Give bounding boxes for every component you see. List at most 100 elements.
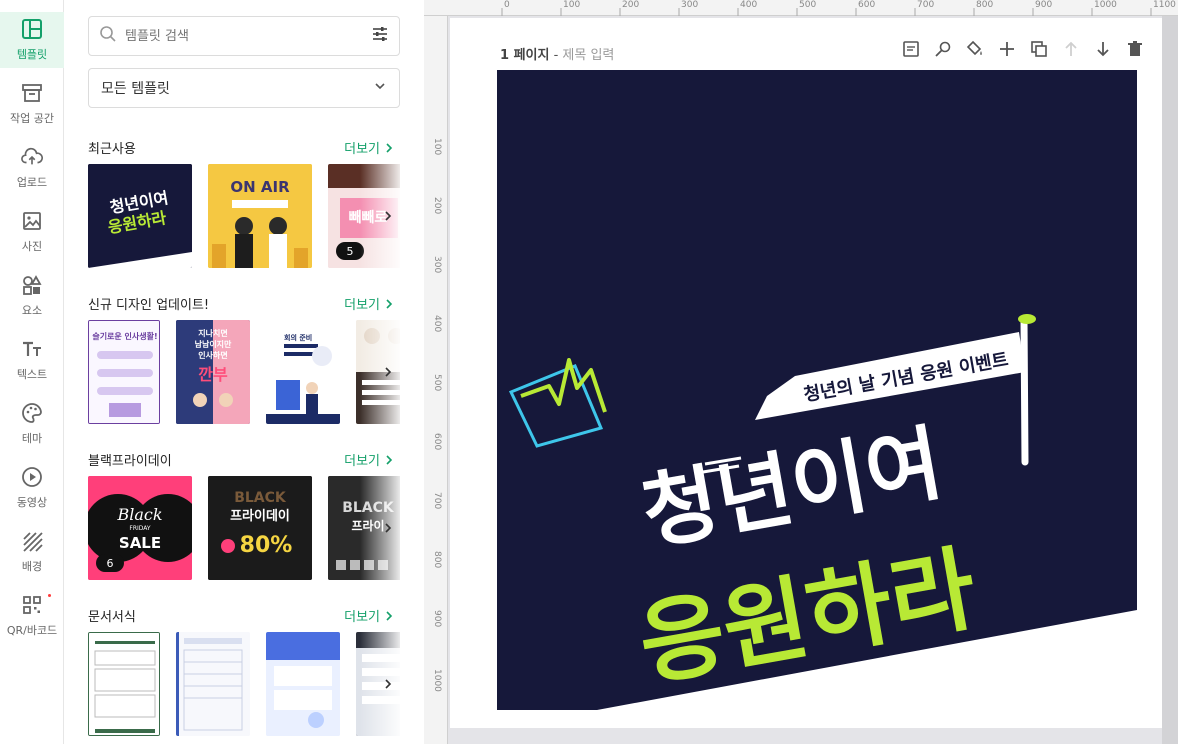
ruler-tick-label: 300	[681, 0, 699, 10]
page-count-badge: 6	[96, 554, 124, 572]
ruler-tick-label: 600	[432, 433, 442, 451]
fill-icon[interactable]	[964, 38, 986, 60]
rail-item-workspace[interactable]: 작업 공간	[0, 76, 64, 132]
section-header-new: 신규 디자인 업데이트! 더보기	[88, 294, 394, 313]
cloud-upload-icon	[21, 146, 43, 168]
workspace-scrollbar[interactable]	[1162, 16, 1178, 744]
chevron-right-icon	[385, 367, 392, 377]
row-next-button[interactable]	[378, 518, 398, 538]
move-up-icon[interactable]	[1060, 38, 1082, 60]
search-input[interactable]	[125, 28, 371, 44]
chevron-down-icon	[373, 79, 387, 97]
rail-item-label: 동영상	[16, 496, 48, 509]
search-box[interactable]	[88, 16, 400, 56]
magic-icon[interactable]	[932, 38, 954, 60]
more-label: 더보기	[344, 610, 380, 625]
design-canvas[interactable]: 청년의 날 기념 응원 이벤트 청년이여 응원하라	[497, 70, 1137, 710]
ruler-tick-label: 0	[504, 0, 510, 10]
chevron-right-icon	[385, 523, 392, 533]
section-header-recent: 최근사용 더보기	[88, 138, 394, 157]
palette-icon	[21, 402, 43, 424]
ruler-tick-label: 500	[799, 0, 817, 10]
thumb-text: 회의 준비	[284, 333, 312, 342]
template-thumb[interactable]: BLACK 프라이데이 80%	[208, 476, 312, 580]
duplicate-icon[interactable]	[1028, 38, 1050, 60]
rail-item-background[interactable]: 배경	[0, 524, 64, 580]
section-title: 신규 디자인 업데이트!	[88, 298, 210, 313]
rail-item-theme[interactable]: 테마	[0, 396, 64, 452]
row-next-button[interactable]	[378, 362, 398, 382]
thumb-row-recent: 청년이여응원하라 ON AIR 빼빼로 5	[88, 164, 400, 268]
template-thumb[interactable]	[88, 632, 160, 736]
rail-item-label: 배경	[21, 560, 43, 573]
more-link-new[interactable]: 더보기	[344, 294, 394, 313]
rail-item-text[interactable]: 텍스트	[0, 332, 64, 388]
search-icon	[99, 25, 117, 47]
ruler-tick-label: 100	[563, 0, 581, 10]
rail-item-elements[interactable]: 요소	[0, 268, 64, 324]
page-title-input[interactable]: 제목 입력	[562, 48, 614, 63]
more-label: 더보기	[344, 142, 380, 157]
rail-item-video[interactable]: 동영상	[0, 460, 64, 516]
ruler-tick-label: 700	[432, 492, 442, 510]
ruler-tick-label: 800	[976, 0, 994, 10]
thumb-text: Black	[116, 505, 162, 524]
thumb-text: 남남이지만	[195, 339, 232, 349]
template-thumb[interactable]: 회의 준비	[266, 320, 340, 424]
ruler-tick-label: 900	[1035, 0, 1053, 10]
qr-icon	[21, 594, 43, 616]
template-thumb[interactable]: 슬기로운 인사생활!	[88, 320, 160, 424]
tool-rail: 템플릿 작업 공간 업로드 사진 요소 텍스트 테마 동영상 배경 QR/바코드	[0, 0, 64, 744]
ruler-tick-label: 800	[432, 551, 442, 569]
template-thumb[interactable]: ON AIR	[208, 164, 312, 268]
rail-item-label: QR/바코드	[6, 624, 58, 637]
page-header: 1 페이지 - 제목 입력	[500, 48, 615, 63]
rail-item-label: 사진	[21, 240, 43, 253]
template-thumb[interactable]: Black FRIDAY SALE 6	[88, 476, 192, 580]
thumb-text: SALE	[119, 534, 161, 552]
archive-icon	[21, 82, 43, 104]
template-filter-select[interactable]: 모든 템플릿	[88, 68, 400, 108]
page-number: 1 페이지	[500, 48, 550, 63]
chevron-right-icon	[385, 679, 392, 689]
template-thumb[interactable]	[176, 632, 250, 736]
section-title: 문서서식	[88, 610, 136, 625]
template-thumb[interactable]	[266, 632, 340, 736]
canvas-workspace[interactable]: 0 100 200 300 400 500 600 700 800 900 10…	[424, 0, 1178, 744]
thumb-text: 지나치면	[198, 328, 227, 338]
more-link-documents[interactable]: 더보기	[344, 606, 394, 625]
chevron-right-icon	[385, 211, 392, 221]
filter-icon[interactable]	[371, 25, 389, 47]
rail-item-upload[interactable]: 업로드	[0, 140, 64, 196]
more-link-recent[interactable]: 더보기	[344, 138, 394, 157]
add-page-icon[interactable]	[996, 38, 1018, 60]
rail-item-photos[interactable]: 사진	[0, 204, 64, 260]
delete-icon[interactable]	[1124, 38, 1146, 60]
rail-item-qr[interactable]: QR/바코드	[0, 588, 64, 644]
rail-item-label: 템플릿	[16, 48, 48, 61]
page-card: 1 페이지 - 제목 입력 청년의 날 기념 응원 이벤트 청년이여 응원하라	[450, 18, 1162, 728]
ruler-vertical: 100 200 300 400 500 600 700 800 900 1000	[424, 16, 448, 744]
more-link-blackfriday[interactable]: 더보기	[344, 450, 394, 469]
note-icon[interactable]	[900, 38, 922, 60]
rail-item-label: 요소	[21, 304, 43, 317]
thumb-text: 80%	[240, 533, 293, 558]
template-thumb[interactable]: 지나치면 남남이지만 인사하면 깐부	[176, 320, 250, 424]
template-thumb[interactable]: 청년이여 응원하라	[88, 164, 192, 268]
rail-item-templates[interactable]: 템플릿	[0, 12, 64, 68]
shapes-icon	[21, 274, 43, 296]
template-filter-value: 모든 템플릿	[101, 81, 170, 97]
move-down-icon[interactable]	[1092, 38, 1114, 60]
pattern-icon	[21, 530, 43, 552]
thumb-text: 슬기로운 인사생활!	[92, 331, 157, 341]
ruler-tick-label: 900	[432, 610, 442, 628]
row-next-button[interactable]	[378, 674, 398, 694]
ruler-tick-label: 100	[432, 138, 442, 156]
ruler-tick-label: 200	[432, 197, 442, 215]
text-icon	[21, 338, 43, 360]
chevron-right-icon	[386, 610, 393, 621]
image-icon	[21, 210, 43, 232]
thumb-text: FRIDAY	[129, 525, 151, 532]
thumb-row-documents	[88, 632, 400, 736]
row-next-button[interactable]	[378, 206, 398, 226]
